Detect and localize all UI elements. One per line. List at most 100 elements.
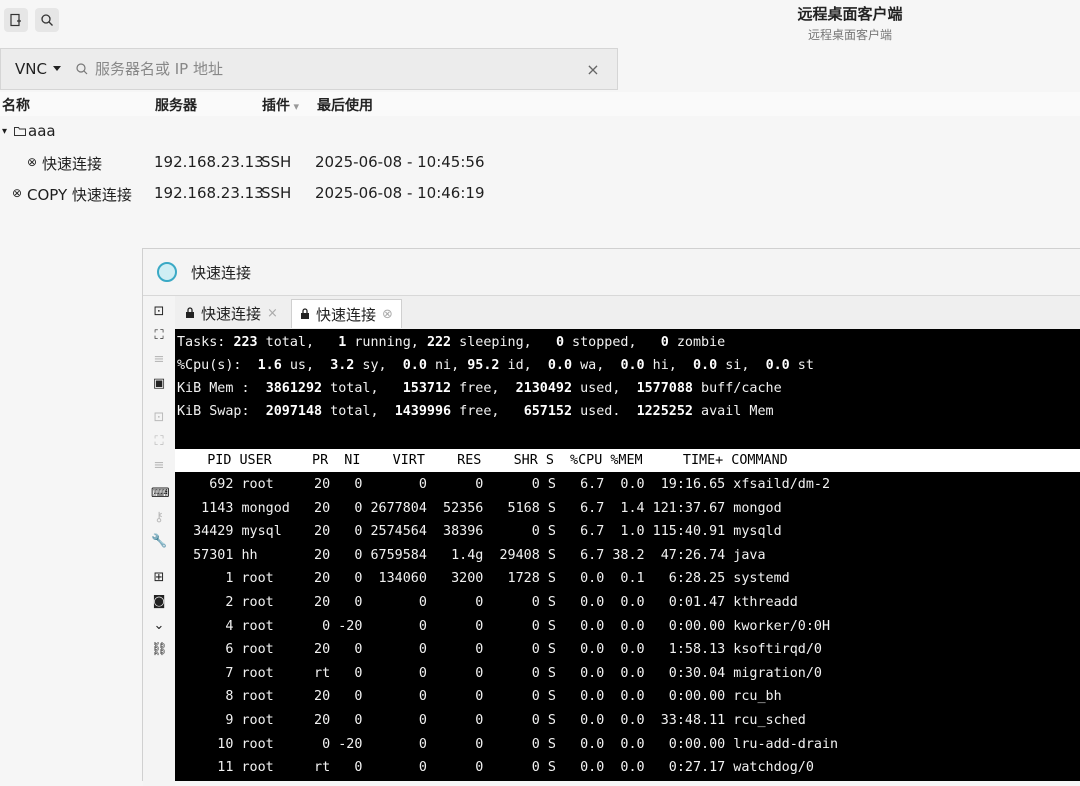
group-name: aaa [28,122,56,140]
process-row: 1143 mongod 20 0 2677804 52356 5168 S 6.… [177,500,863,516]
swap-avail: 1225252 [636,404,693,419]
session-tab-active[interactable]: 快速连接 ⊗ [291,299,402,328]
folder-icon [14,122,26,140]
cpu-hi: 0.0 [620,358,645,373]
process-row: 2 root 20 0 0 0 0 S 0.0 0.0 0:01.47 kthr… [177,595,863,610]
connection-last-used: 2025-06-08 - 10:45:56 [315,153,485,171]
process-row: 4 root 0 -20 0 0 0 S 0.0 0.0 0:00.00 kwo… [177,618,863,634]
connection-row[interactable]: ⊗ COPY 快速连接 192.168.23.13 SSH 2025-06-08… [0,180,600,208]
connection-name: 快速连接 [42,155,103,173]
mem-free: 153712 [402,381,452,396]
process-row: 11 root rt 0 0 0 0 S 0.0 0.0 0:27.17 wat… [177,760,863,776]
tasks-sleeping: 222 [426,335,452,350]
tab-label: 快速连接 [316,305,377,324]
tasks-summary: Tasks: 223 total, 1 running, 222 sleepin… [177,335,726,350]
tasks-stopped: 0 [555,335,564,350]
chevron-down-icon [52,66,61,71]
cpu-wa: 0.0 [547,358,573,373]
preferences-icon[interactable]: ≡ [151,458,167,474]
tasks-running: 1 [338,335,347,350]
fit-window-icon[interactable]: ⊡ [151,304,167,320]
connection-plugin: SSH [261,153,292,171]
switch-tab-icon[interactable]: ▣ [151,376,167,392]
remmina-logo-icon [157,262,177,282]
keyboard-icon[interactable]: ⌨ [151,486,170,502]
column-server[interactable]: 服务器 [155,95,197,115]
connection-row[interactable]: ⊗ 快速连接 192.168.23.13 SSH 2025-06-08 - 10… [0,149,600,177]
key-icon[interactable]: ⚷ [151,510,167,526]
search-field-icon [76,63,88,75]
process-row: 8 root 20 0 0 0 0 S 0.0 0.0 0:00.00 rcu_… [177,689,863,705]
column-name[interactable]: 名称 [2,95,30,115]
close-tab-icon[interactable]: × [267,306,278,321]
tools-icon[interactable]: 🔧 [151,534,167,550]
swap-total: 2097148 [265,404,323,419]
tab-label: 快速连接 [201,304,262,323]
swap-free: 1439996 [394,404,452,419]
dynamic-resolution-icon[interactable]: ⛶ [151,434,167,450]
connection-last-used: 2025-06-08 - 10:46:19 [315,184,485,202]
tasks-zombie: 0 [660,335,669,350]
scale-icon[interactable]: ⊡ [151,410,167,426]
close-tab-icon[interactable]: ⊗ [382,307,393,322]
swap-used: 657152 [523,404,573,419]
sort-icon: ▾ [290,100,300,113]
window-title: 远程桌面客户端 [797,5,903,23]
server-search-input[interactable] [92,59,579,79]
minimize-icon[interactable]: ⌄ [151,618,167,634]
process-row: 7 root rt 0 0 0 0 S 0.0 0.0 0:30.04 migr… [177,665,863,681]
tasks-total: 223 [233,335,258,350]
terminal-view[interactable]: Tasks: 223 total, 1 running, 222 sleepin… [175,329,1080,781]
mem-total: 3861292 [265,381,323,396]
process-row: 57301 hh 20 0 6759584 1.4g 29408 S 6.7 3… [177,547,863,563]
lock-icon [301,308,309,319]
cpu-us: 1.6 [257,358,282,373]
window-subtitle: 远程桌面客户端 [807,28,892,42]
search-bar: VNC × [0,48,618,90]
cpu-id: 95.2 [467,358,500,373]
screenshot-icon[interactable]: ◙ [151,594,167,610]
cpu-si: 0.0 [693,358,718,373]
protocol-selector[interactable]: VNC [15,60,61,78]
duplicate-icon[interactable]: ⊞ [151,570,167,586]
column-last-used[interactable]: 最后使用 [317,95,373,115]
fullscreen-icon[interactable]: ⛶ [151,328,167,344]
column-plugin-label: 插件 [262,98,290,114]
cpu-sy: 3.2 [330,358,355,373]
remote-window-title: 快速连接 [191,264,252,282]
session-tabs: 快速连接 × 快速连接 ⊗ [175,296,1080,330]
clear-search-icon[interactable]: × [579,60,607,79]
column-plugin[interactable]: 插件 ▾ [262,95,299,115]
session-toolbar: ⊡ ⛶ ≡ ▣ ⊡ ⛶ ≡ ⌨ ⚷ 🔧 ⊞ ◙ ⌄ ⛓ [143,296,175,786]
connection-name: COPY 快速连接 [27,186,132,204]
process-row: 9 root 20 0 0 0 0 S 0.0 0.0 33:48.11 rcu… [177,713,863,728]
disconnect-icon[interactable]: ⛓ [151,642,168,658]
ssh-connection-icon: ⊗ [12,186,23,200]
connection-plugin: SSH [261,184,292,202]
expand-icon[interactable]: ▾ [2,126,7,137]
process-row: 10 root 0 -20 0 0 0 S 0.0 0.0 0:00.00 lr… [177,736,863,752]
group-row[interactable]: ▾ aaa [0,118,600,146]
process-row: 34429 mysql 20 0 2574564 38396 0 S 6.7 1… [177,524,863,540]
process-row: 6 root 20 0 0 0 0 S 0.0 0.0 1:58.13 ksof… [177,642,863,658]
menu-icon[interactable]: ≡ [151,352,167,368]
connection-list-header: 名称 服务器 插件 ▾ 最后使用 [0,92,1080,116]
session-tab[interactable]: 快速连接 × [177,299,286,327]
cpu-st: 0.0 [765,358,790,373]
lock-icon [186,307,194,318]
mem-summary: KiB Mem : 3861292 total, 153712 free, 21… [177,381,782,396]
mem-buff: 1577088 [636,381,693,396]
connection-server: 192.168.23.13 [154,184,264,202]
protocol-label: VNC [15,60,47,78]
swap-summary: KiB Swap: 2097148 total, 1439996 free, 6… [177,404,774,419]
cpu-ni: 0.0 [402,358,427,373]
ssh-connection-icon: ⊗ [27,155,38,169]
process-table-header: PID USER PR NI VIRT RES SHR S %CPU %MEM … [175,449,1080,472]
remote-session-window: 快速连接 ⊡ ⛶ ≡ ▣ ⊡ ⛶ ≡ ⌨ ⚷ 🔧 ⊞ ◙ ⌄ ⛓ 快速连接 × … [142,248,1080,786]
process-row: 692 root 20 0 0 0 0 S 6.7 0.0 19:16.65 x… [177,477,863,492]
remote-titlebar: 快速连接 [143,249,1080,296]
mem-used: 2130492 [515,381,573,396]
process-row: 1 root 20 0 134060 3200 1728 S 0.0 0.1 6… [177,571,863,587]
connection-server: 192.168.23.13 [154,153,264,171]
cpu-summary: %Cpu(s): 1.6 us, 3.2 sy, 0.0 ni, 95.2 id… [177,358,814,373]
